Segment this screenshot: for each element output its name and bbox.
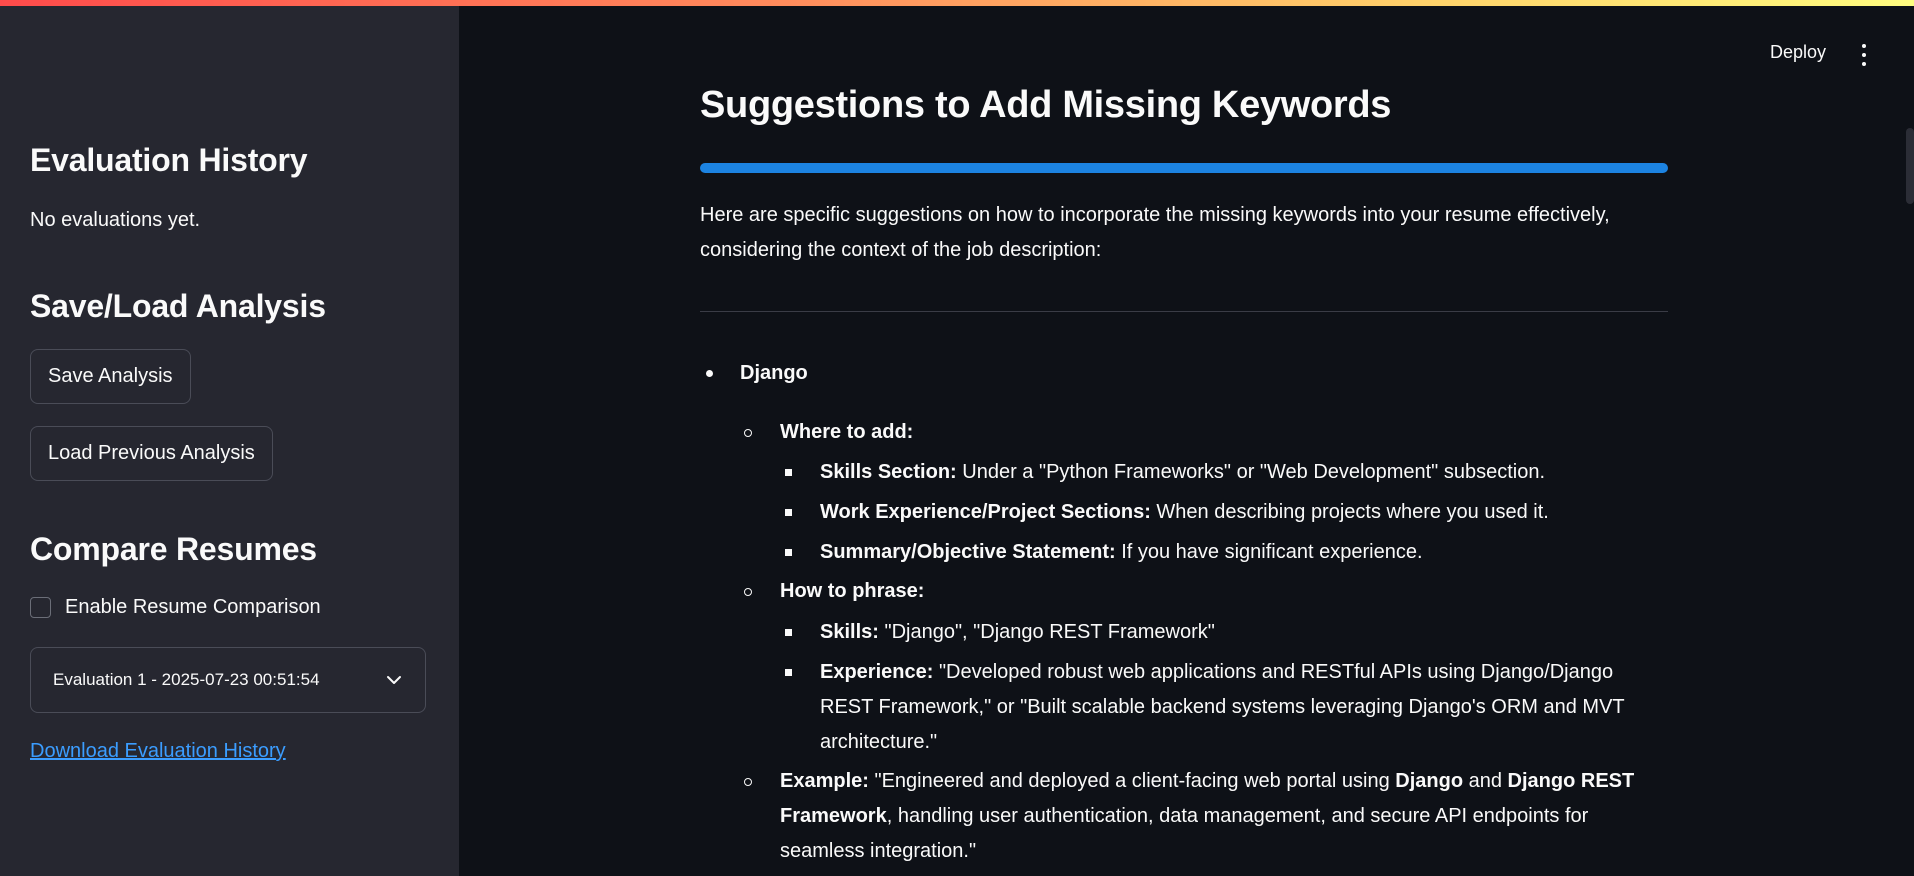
list-item: Work Experience/Project Sections: When d… — [820, 501, 1549, 523]
sidebar: Evaluation History No evaluations yet. S… — [0, 0, 459, 876]
no-evaluations-text: No evaluations yet. — [30, 209, 201, 231]
section-divider — [700, 311, 1668, 312]
intro-paragraph: Here are specific suggestions on how to … — [700, 198, 1668, 268]
intro-line-1: Here are specific suggestions on how to … — [700, 204, 1610, 226]
load-previous-analysis-button[interactable]: Load Previous Analysis — [30, 426, 273, 481]
keyword-django: Django — [740, 362, 808, 384]
evaluation-select-value: Evaluation 1 - 2025-07-23 00:51:54 — [53, 670, 320, 689]
enable-comparison-checkbox-row[interactable]: Enable Resume Comparison — [30, 596, 321, 619]
list-bullet — [785, 549, 792, 556]
list-bullet — [744, 778, 752, 786]
page-title: Suggestions to Add Missing Keywords — [700, 84, 1392, 126]
deploy-button[interactable]: Deploy — [1770, 42, 1826, 63]
enable-comparison-label[interactable]: Enable Resume Comparison — [65, 596, 321, 619]
suggestions-content: Suggestions to Add Missing Keywords Here… — [700, 84, 1668, 862]
list-item: Summary/Objective Statement: If you have… — [820, 541, 1423, 563]
compare-resumes-heading: Compare Resumes — [30, 531, 317, 567]
save-analysis-button[interactable]: Save Analysis — [30, 349, 191, 404]
intro-line-2: considering the context of the job descr… — [700, 239, 1102, 261]
evaluation-select[interactable]: Evaluation 1 - 2025-07-23 00:51:54 — [30, 647, 426, 713]
where-to-add-label: Where to add: — [780, 421, 914, 443]
list-item: Skills Section: Under a "Python Framewor… — [820, 461, 1545, 483]
scrollbar-thumb[interactable] — [1906, 128, 1914, 204]
list-bullet — [785, 629, 792, 636]
evaluation-history-heading: Evaluation History — [30, 142, 308, 178]
list-item: Experience: "Developed robust web applic… — [820, 661, 1625, 753]
example-item: Example: "Engineered and deployed a clie… — [780, 770, 1635, 862]
title-divider-bar — [700, 163, 1668, 173]
list-bullet — [785, 669, 792, 676]
list-bullet — [785, 469, 792, 476]
top-decoration-stripe — [0, 0, 1914, 6]
list-bullet — [744, 588, 752, 596]
chevron-down-icon — [385, 671, 403, 689]
download-evaluation-history-link[interactable]: Download Evaluation History — [30, 740, 286, 763]
save-load-heading: Save/Load Analysis — [30, 288, 326, 324]
list-bullet — [706, 370, 713, 377]
kebab-menu-icon[interactable] — [1858, 44, 1870, 66]
list-bullet — [744, 429, 752, 437]
list-bullet — [785, 509, 792, 516]
enable-comparison-checkbox[interactable] — [30, 597, 51, 618]
how-to-phrase-label: How to phrase: — [780, 580, 925, 602]
list-item: Skills: "Django", "Django REST Framework… — [820, 621, 1215, 643]
